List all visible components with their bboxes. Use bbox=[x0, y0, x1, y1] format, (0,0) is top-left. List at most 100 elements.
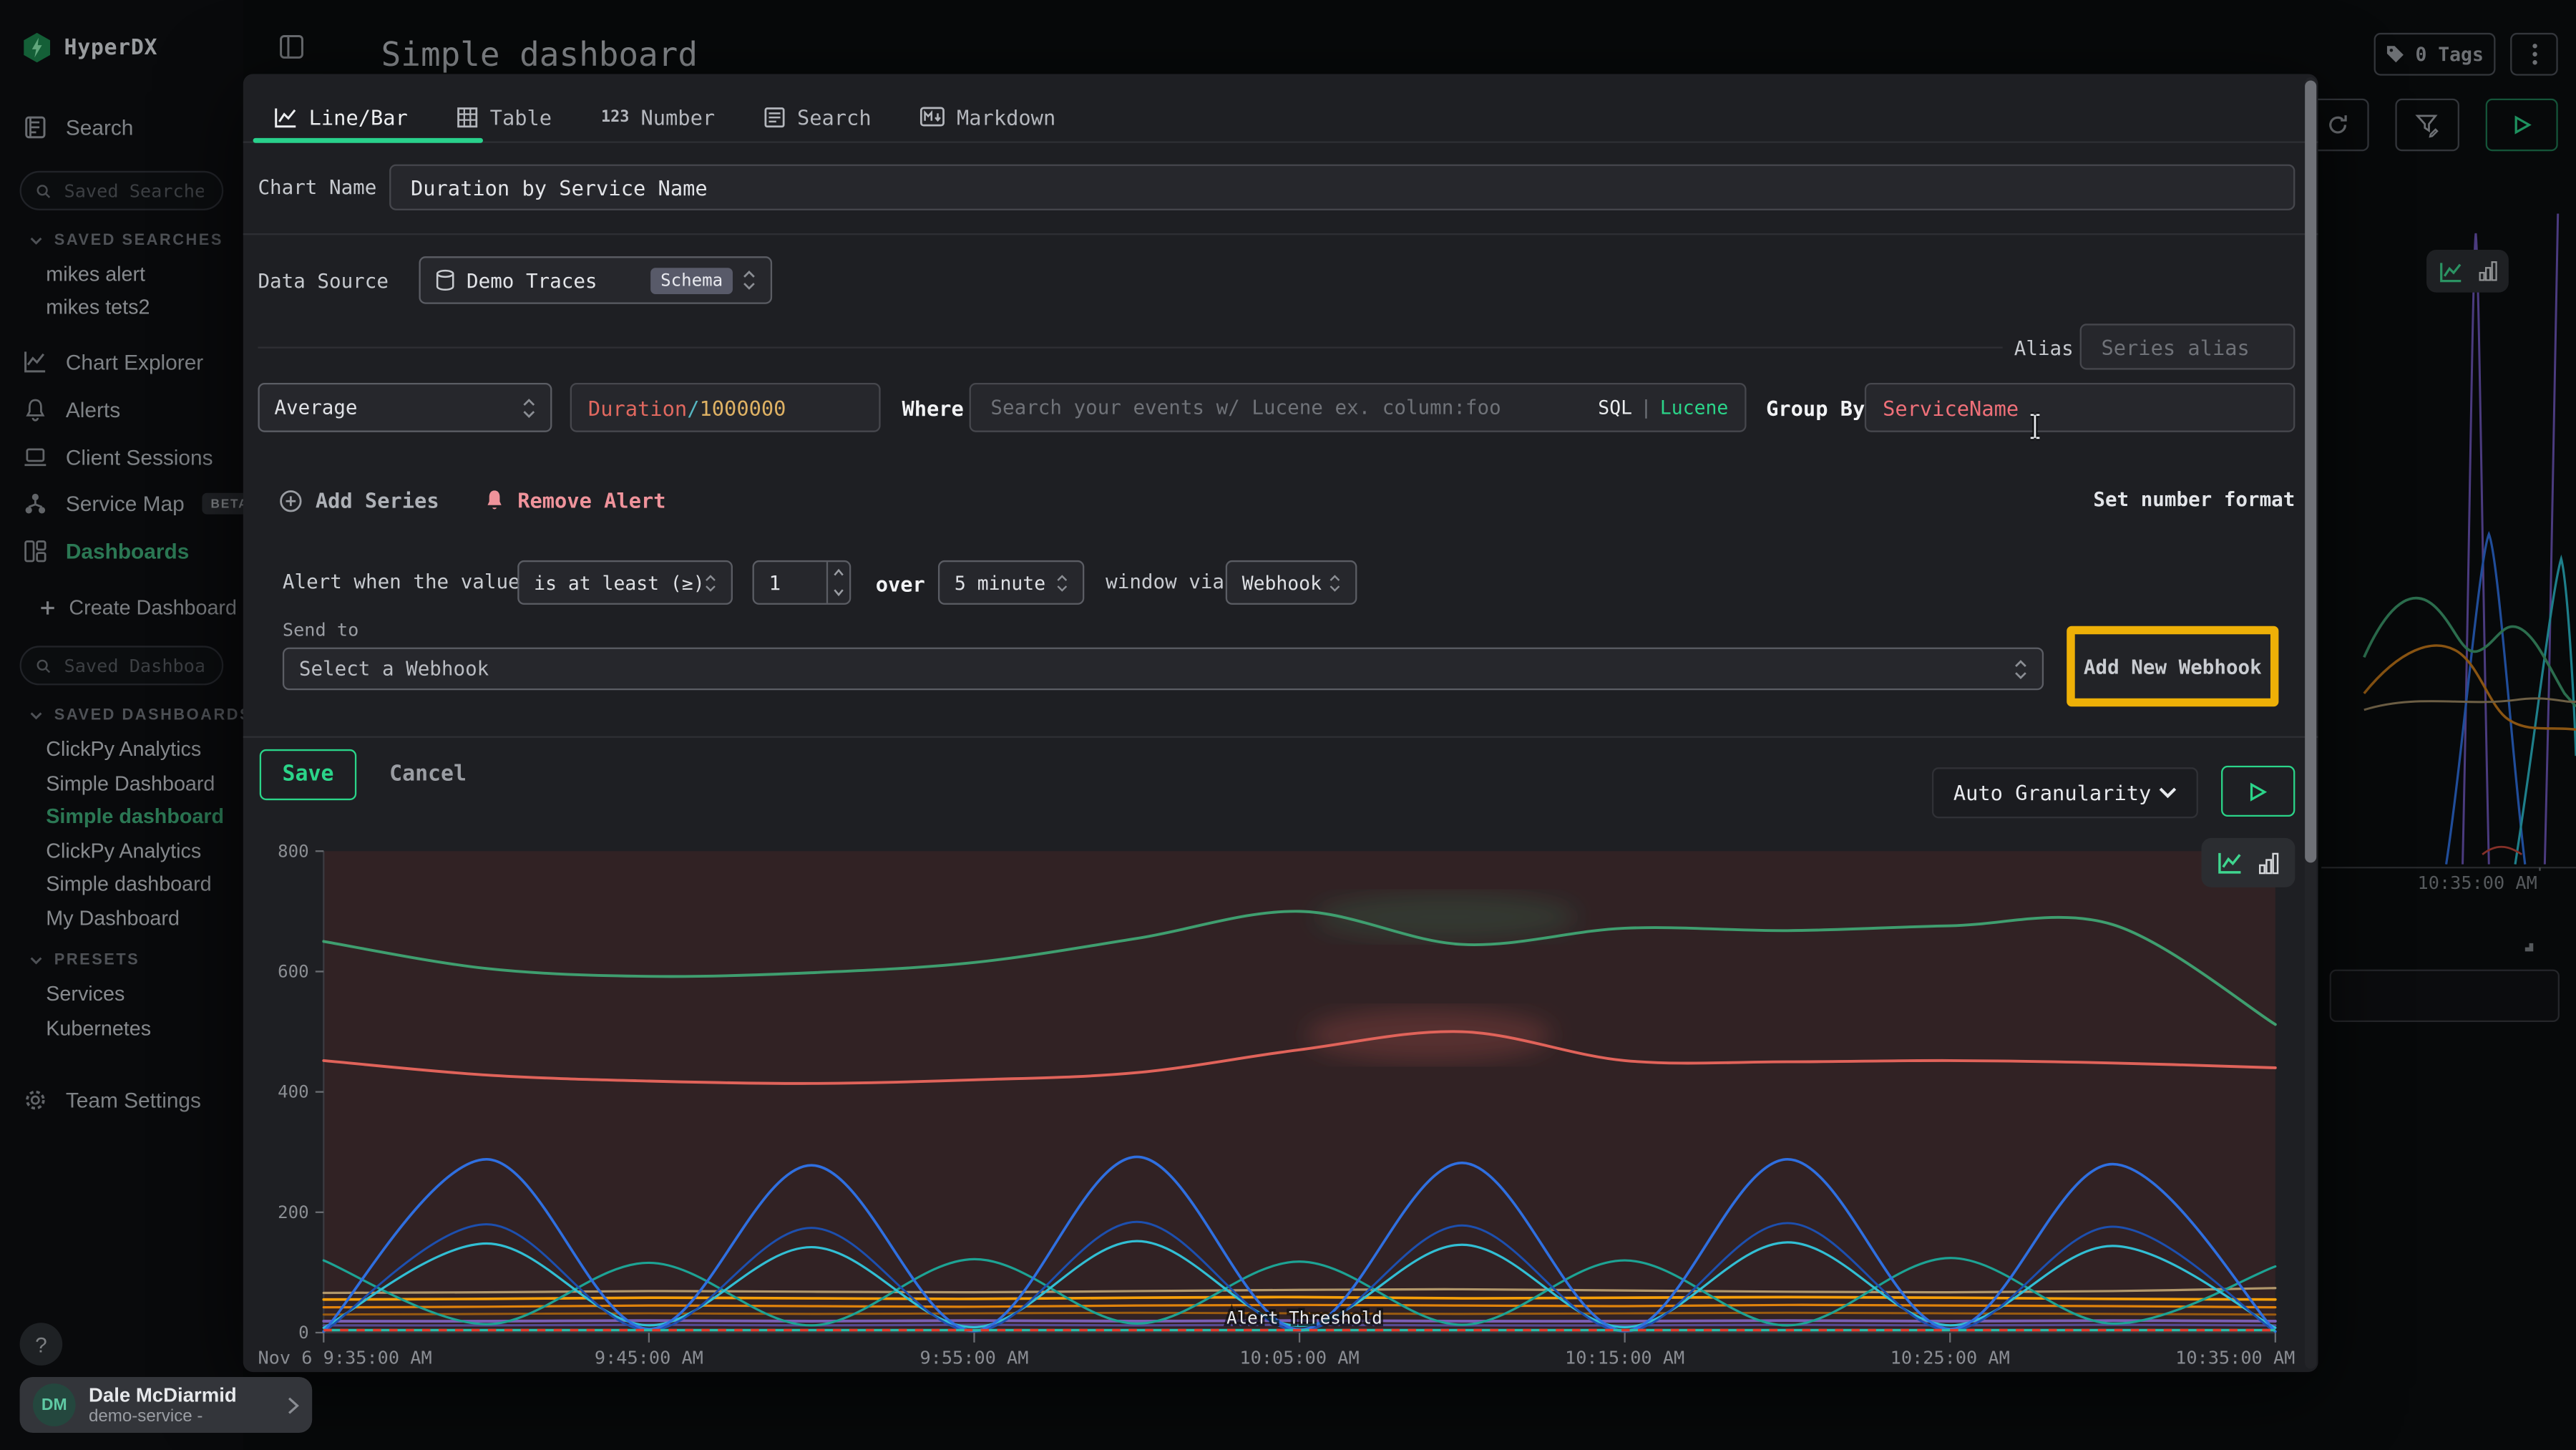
create-dashboard-button[interactable]: Create Dashboard bbox=[39, 596, 237, 619]
svg-text:200: 200 bbox=[278, 1202, 309, 1222]
sql-option[interactable]: SQL bbox=[1598, 396, 1632, 419]
chevron-up-down-icon bbox=[705, 573, 716, 593]
sidebar-item-label: Alerts bbox=[66, 398, 120, 422]
saved-dashboard-item[interactable]: ClickPy Analytics bbox=[46, 840, 201, 862]
chart-name-field[interactable] bbox=[389, 165, 2295, 210]
tab-number[interactable]: 123 Number bbox=[601, 104, 715, 129]
alert-threshold-stepper[interactable] bbox=[753, 560, 852, 605]
preset-item[interactable]: Kubernetes bbox=[46, 1017, 151, 1040]
saved-search-item[interactable]: mikes alert bbox=[46, 263, 145, 286]
data-source-select[interactable]: Demo Traces Schema bbox=[419, 256, 772, 304]
saved-dashboard-item[interactable]: My Dashboard bbox=[46, 907, 180, 930]
tab-markdown[interactable]: Markdown bbox=[920, 104, 1055, 129]
saved-dashboard-item[interactable]: Simple Dashboard bbox=[46, 772, 215, 795]
sidebar-item-service-map[interactable]: Service Map BETA bbox=[23, 491, 257, 515]
sidebar-item-label: Client Sessions bbox=[66, 445, 213, 469]
query-language-toggle[interactable]: SQL | Lucene bbox=[1598, 396, 1728, 419]
modal-scrollbar-thumb[interactable] bbox=[2305, 80, 2316, 862]
table-icon bbox=[457, 106, 479, 127]
presets-header[interactable]: PRESETS bbox=[29, 951, 140, 969]
saved-searches-input[interactable] bbox=[61, 178, 207, 203]
sidebar-item-chart-explorer[interactable]: Chart Explorer bbox=[23, 350, 203, 374]
saved-dashboards-input[interactable] bbox=[61, 653, 207, 678]
add-series-button[interactable]: Add Series bbox=[279, 488, 439, 512]
search-icon bbox=[36, 182, 52, 200]
text-cursor-icon bbox=[2027, 412, 2042, 440]
help-button[interactable]: ? bbox=[20, 1323, 63, 1366]
saved-dashboard-item[interactable]: Simple dashboard bbox=[46, 872, 211, 895]
tab-line-bar[interactable]: Line/Bar bbox=[274, 104, 407, 129]
resize-handle-icon[interactable] bbox=[2519, 937, 2535, 953]
saved-dashboard-item[interactable]: ClickPy Analytics bbox=[46, 738, 201, 761]
alias-input[interactable] bbox=[2098, 333, 2277, 361]
over-label: over bbox=[876, 572, 925, 596]
sidebar-item-alerts[interactable]: Alerts bbox=[23, 398, 120, 422]
granularity-select[interactable]: Auto Granularity bbox=[1932, 767, 2198, 818]
chart-name-input[interactable] bbox=[407, 173, 2277, 201]
chevron-up-down-icon bbox=[743, 270, 756, 291]
tags-button[interactable]: 0 Tags bbox=[2374, 33, 2496, 76]
tab-search[interactable]: Search bbox=[764, 104, 872, 129]
chart-type-tabs: Line/Bar Table 123 Number Search Markdow… bbox=[274, 92, 1055, 142]
play-icon bbox=[2513, 115, 2531, 135]
logs-icon bbox=[23, 115, 47, 140]
alias-field[interactable] bbox=[2080, 323, 2296, 369]
sidebar-item-search[interactable]: Search bbox=[23, 115, 133, 140]
event-search-input[interactable] bbox=[987, 394, 1585, 421]
group-by-field[interactable]: ServiceName bbox=[1865, 383, 2296, 432]
bar-chart-icon bbox=[2259, 852, 2279, 873]
footer-divider bbox=[243, 736, 2318, 738]
sidebar-item-dashboards[interactable]: Dashboards bbox=[23, 539, 189, 563]
add-webhook-button[interactable]: Add New Webhook bbox=[2084, 655, 2262, 678]
dashboards-icon bbox=[23, 539, 47, 563]
chart-type-toggle[interactable] bbox=[2202, 838, 2296, 887]
user-card[interactable]: DM Dale McDiarmid demo-service - bbox=[20, 1377, 313, 1433]
edit-chart-modal: Line/Bar Table 123 Number Search Markdow… bbox=[243, 74, 2318, 1372]
remove-alert-button[interactable]: Remove Alert bbox=[484, 488, 665, 512]
save-button[interactable]: Save bbox=[260, 749, 356, 800]
saved-dashboard-item-active[interactable]: Simple dashboard bbox=[46, 805, 224, 828]
tab-table[interactable]: Table bbox=[457, 104, 552, 129]
background-chart-type-toggle[interactable] bbox=[2426, 250, 2509, 293]
lucene-option[interactable]: Lucene bbox=[1660, 396, 1728, 419]
cancel-button[interactable]: Cancel bbox=[389, 762, 467, 787]
preset-item[interactable]: Services bbox=[46, 983, 125, 1006]
sidebar-toggle-icon[interactable] bbox=[279, 34, 303, 59]
saved-dashboards-header[interactable]: SAVED DASHBOARDS bbox=[29, 706, 252, 724]
sidebar-item-team-settings[interactable]: Team Settings bbox=[23, 1088, 201, 1112]
hyperdx-logo-icon bbox=[23, 33, 51, 62]
sidebar-item-label: Chart Explorer bbox=[66, 350, 203, 374]
aggregation-select[interactable]: Average bbox=[258, 383, 552, 432]
brand[interactable]: HyperDX bbox=[23, 33, 157, 62]
alert-channel-select[interactable]: Webhook bbox=[1226, 560, 1357, 605]
line-chart-icon bbox=[2218, 851, 2242, 874]
saved-dashboards-search[interactable] bbox=[20, 646, 224, 685]
tag-icon bbox=[2386, 44, 2406, 64]
run-query-button[interactable] bbox=[2486, 99, 2558, 151]
preview-run-button[interactable] bbox=[2221, 766, 2295, 817]
saved-searches-header[interactable]: SAVED SEARCHES bbox=[29, 232, 223, 250]
saved-search-item[interactable]: mikes tets2 bbox=[46, 296, 150, 318]
filter-button[interactable] bbox=[2395, 99, 2459, 151]
sidebar-item-client-sessions[interactable]: Client Sessions bbox=[23, 445, 213, 469]
saved-searches-search[interactable] bbox=[20, 171, 224, 210]
page-title[interactable]: Simple dashboard bbox=[381, 34, 698, 74]
chevron-right-icon bbox=[288, 1396, 299, 1413]
chevron-up-icon[interactable] bbox=[833, 568, 844, 576]
event-search-field[interactable]: SQL | Lucene bbox=[970, 383, 1747, 432]
stepper-buttons[interactable] bbox=[826, 562, 849, 603]
expression-field[interactable]: Duration/1000000 bbox=[570, 383, 881, 432]
alert-threshold-input[interactable] bbox=[754, 570, 825, 596]
webhook-select[interactable]: Select a Webhook bbox=[283, 648, 2044, 691]
alert-condition-select[interactable]: is at least (≥) bbox=[517, 560, 733, 605]
set-number-format-button[interactable]: Set number format bbox=[2093, 488, 2295, 511]
modal-scrollbar[interactable] bbox=[2305, 77, 2316, 1369]
alert-window-select[interactable]: 5 minute bbox=[938, 560, 1084, 605]
more-menu-button[interactable] bbox=[2510, 33, 2558, 76]
markdown-icon bbox=[920, 107, 945, 127]
chevron-down-icon[interactable] bbox=[833, 589, 844, 597]
chevron-down-icon bbox=[2159, 787, 2177, 799]
refresh-icon bbox=[2326, 113, 2349, 136]
data-source-value: Demo Traces bbox=[467, 268, 597, 291]
gear-icon bbox=[23, 1088, 47, 1112]
